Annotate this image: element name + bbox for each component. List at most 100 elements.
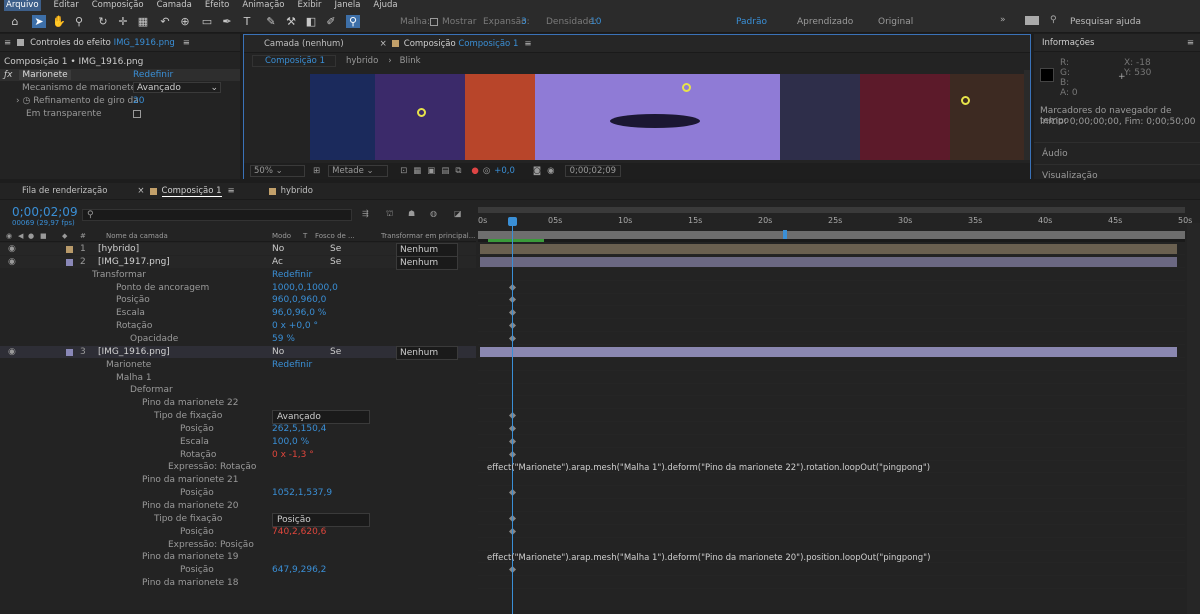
- menu-exibir[interactable]: Exibir: [298, 0, 322, 11]
- track-tool-icon[interactable]: ⊕: [178, 15, 192, 28]
- hide-shy-icon[interactable]: ☗: [408, 209, 415, 218]
- audio-panel-tab[interactable]: Áudio: [1034, 142, 1200, 165]
- track-row[interactable]: [478, 436, 1185, 448]
- layer-duration-bar[interactable]: [480, 244, 1177, 254]
- effect-controls-file[interactable]: IMG_1916.png: [114, 38, 175, 48]
- track-row[interactable]: [478, 487, 1185, 500]
- pan-behind-icon[interactable]: ▦: [136, 15, 150, 28]
- eye-icon[interactable]: ◉: [6, 231, 12, 242]
- close-tab-icon[interactable]: ×: [380, 39, 387, 49]
- timeline-scrollbar[interactable]: [1187, 223, 1200, 614]
- more-workspaces-icon[interactable]: »: [1000, 15, 1006, 25]
- home-icon[interactable]: ⌂: [8, 15, 22, 28]
- track-row[interactable]: [478, 474, 1185, 487]
- track-row[interactable]: [478, 320, 1185, 333]
- timeline-timecode[interactable]: 0;00;02;09: [12, 205, 78, 219]
- track-row[interactable]: [478, 282, 1185, 294]
- col-parent[interactable]: Transformar em principal...: [381, 231, 475, 242]
- puppet-pin-tool-icon[interactable]: ⚲: [346, 15, 360, 28]
- track-row[interactable]: [478, 346, 1185, 358]
- crumb-comp1[interactable]: Composição 1: [252, 54, 336, 67]
- composition-canvas[interactable]: [310, 74, 1030, 160]
- quality-dropdown[interactable]: Metade ⌄: [328, 165, 389, 177]
- col-mode[interactable]: Modo: [272, 231, 291, 242]
- transparent-checkbox[interactable]: [133, 110, 141, 118]
- draft-3d-icon[interactable]: ⛫: [386, 209, 393, 219]
- audio-icon[interactable]: ◀: [18, 231, 23, 242]
- expression-text-position[interactable]: effect("Marionete").arap.mesh("Malha 1")…: [487, 553, 930, 563]
- exposure-icon[interactable]: ◎: [483, 166, 490, 176]
- track-row[interactable]: [478, 256, 1185, 268]
- panel-menu-icon[interactable]: ≡: [1187, 38, 1194, 48]
- layer-duration-bar[interactable]: [480, 346, 1177, 357]
- effect-row-marionete[interactable]: ƒx Marionete Redefinir: [0, 69, 240, 81]
- selection-tool-icon[interactable]: ➤: [32, 15, 46, 28]
- channel-icon[interactable]: ⧉: [455, 166, 461, 176]
- work-area-bar[interactable]: [478, 231, 1185, 239]
- playhead-handle[interactable]: [508, 217, 517, 226]
- show-snapshot-icon[interactable]: ◉: [547, 166, 554, 176]
- rectangle-tool-icon[interactable]: ▭: [200, 15, 214, 28]
- time-ruler[interactable]: 0s 05s 10s 15s 20s 25s 30s 35s 40s 45s 50s: [478, 205, 1192, 240]
- track-row[interactable]: [478, 269, 1185, 281]
- refinement-value[interactable]: 20: [133, 95, 144, 107]
- tab-layer[interactable]: Camada (nenhum): [264, 39, 344, 49]
- mask-icon[interactable]: ▣: [427, 166, 435, 176]
- menu-composicao[interactable]: Composição: [92, 0, 144, 11]
- crumb-hybrido[interactable]: hybrido: [346, 56, 378, 66]
- label-icon[interactable]: ◆: [62, 231, 67, 242]
- menu-camada[interactable]: Camada: [157, 0, 192, 11]
- track-row[interactable]: [478, 423, 1185, 435]
- menu-animacao[interactable]: Animação: [242, 0, 284, 11]
- undo-icon[interactable]: ↶: [158, 15, 172, 28]
- close-tab-icon[interactable]: ×: [137, 186, 144, 196]
- crumb-blink[interactable]: Blink: [400, 56, 421, 66]
- menu-efeito[interactable]: Efeito: [205, 0, 230, 11]
- sync-icon[interactable]: [1025, 16, 1039, 25]
- resolution-icon[interactable]: ⊞: [313, 166, 320, 176]
- viewer-timecode[interactable]: 0;00;02;09: [564, 165, 622, 177]
- fx-icon[interactable]: ƒx: [4, 70, 13, 80]
- roto-brush-icon[interactable]: ✐: [324, 15, 338, 28]
- lock-icon[interactable]: ■: [40, 231, 47, 242]
- solo-icon[interactable]: ●: [28, 231, 34, 242]
- tab-render-queue[interactable]: Fila de renderização: [22, 186, 107, 196]
- layer-search-input[interactable]: ⚲: [82, 209, 352, 221]
- transparency-grid-icon[interactable]: ▦: [413, 166, 421, 176]
- expansao-value[interactable]: 3: [521, 17, 527, 27]
- track-row[interactable]: [478, 564, 1185, 577]
- exposure-value[interactable]: +0,0: [494, 166, 515, 176]
- panel-menu-icon[interactable]: ≡: [183, 38, 190, 48]
- track-row[interactable]: [478, 539, 1185, 551]
- panel-menu-icon[interactable]: ≡: [524, 39, 531, 49]
- track-row[interactable]: [478, 449, 1185, 461]
- puppet-pin-3-icon[interactable]: [961, 96, 970, 105]
- graph-editor-icon[interactable]: ◪: [454, 209, 462, 218]
- brush-tool-icon[interactable]: ✎: [264, 15, 278, 28]
- zoom-tool-icon[interactable]: ⚲: [72, 15, 86, 28]
- region-icon[interactable]: ⊡: [400, 166, 407, 176]
- puppet-pin-1-icon[interactable]: [417, 108, 426, 117]
- tab-comp-name[interactable]: Composição 1: [458, 39, 518, 49]
- densidade-value[interactable]: 10: [590, 17, 601, 27]
- track-row[interactable]: [478, 410, 1185, 423]
- menu-ajuda[interactable]: Ajuda: [373, 0, 397, 11]
- track-row[interactable]: [478, 243, 1185, 255]
- close-tab-icon[interactable]: ≡: [4, 38, 11, 48]
- menu-arquivo[interactable]: Arquivo: [4, 0, 41, 11]
- clone-stamp-icon[interactable]: ⚒: [284, 15, 298, 28]
- snapshot-icon[interactable]: ◙: [533, 166, 541, 176]
- pen-tool-icon[interactable]: ✒: [220, 15, 234, 28]
- effect-reset[interactable]: Redefinir: [133, 69, 173, 81]
- track-row[interactable]: [478, 397, 1185, 410]
- layer-duration-bar[interactable]: [480, 256, 1177, 267]
- track-row[interactable]: [478, 577, 1185, 590]
- text-tool-icon[interactable]: T: [240, 15, 254, 28]
- hand-tool-icon[interactable]: ✋: [52, 15, 66, 28]
- track-row[interactable]: [478, 307, 1185, 320]
- col-matte[interactable]: Fosco de ...: [315, 231, 355, 242]
- mostrar-checkbox[interactable]: [430, 18, 438, 26]
- menu-editar[interactable]: Editar: [54, 0, 79, 11]
- track-row[interactable]: [478, 372, 1185, 384]
- track-row[interactable]: [478, 526, 1185, 538]
